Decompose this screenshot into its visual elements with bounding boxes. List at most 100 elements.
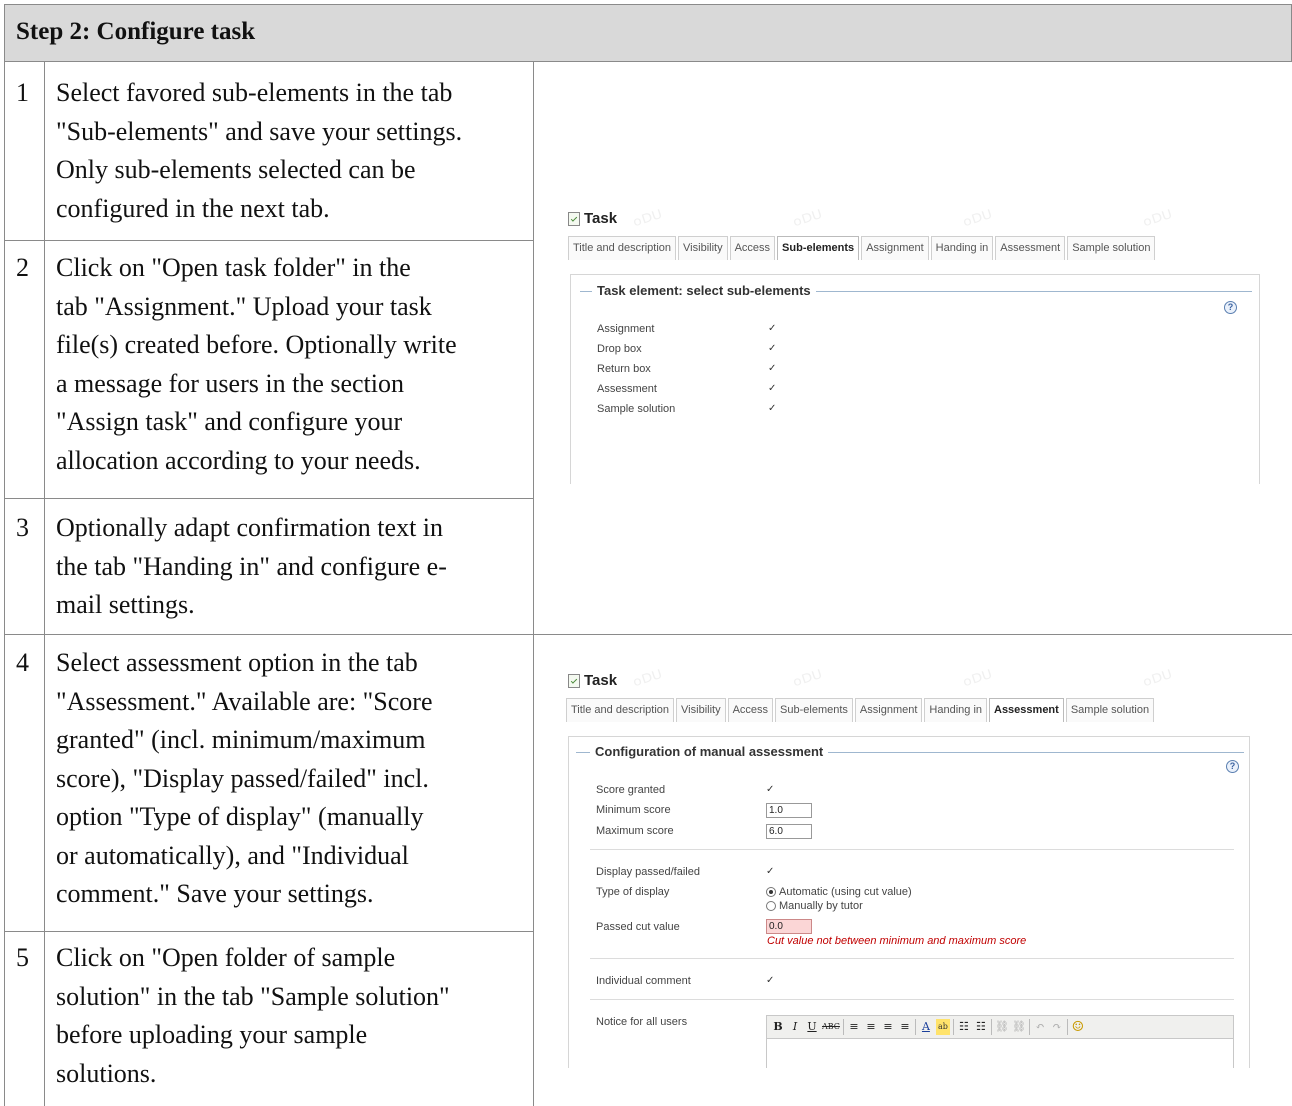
page-icon (568, 211, 580, 226)
radio-automatic[interactable]: Automatic (using cut value) (766, 886, 912, 898)
tab-sample-solution[interactable]: Sample solution (1065, 698, 1155, 722)
radio-selected-icon (766, 887, 776, 897)
notice-editor[interactable] (766, 1039, 1234, 1068)
radio-empty-icon (766, 901, 776, 911)
checkbox[interactable]: ✓ (768, 404, 778, 414)
tab-assessment[interactable]: Assessment (989, 698, 1064, 722)
tab-access[interactable]: Access (729, 236, 776, 260)
help-icon[interactable]: ? (1224, 301, 1237, 314)
cut-value-error: Cut value not between minimum and maximu… (767, 935, 1027, 947)
tab-bar: Title and description Visibility Access … (568, 236, 1157, 260)
link-icon[interactable]: ⛓ (995, 1019, 1009, 1035)
tab-bar: Title and description Visibility Access … (566, 698, 1156, 722)
group-divider (4, 634, 1292, 635)
underline-button[interactable]: U (805, 1019, 819, 1035)
help-icon[interactable]: ? (1226, 760, 1239, 773)
tab-handing-in[interactable]: Handing in (924, 698, 987, 722)
step-number: 5 (16, 943, 29, 972)
row-divider (4, 931, 533, 932)
table-border-left (4, 62, 5, 1106)
task-heading: Task (568, 210, 617, 227)
tab-access[interactable]: Access (727, 698, 774, 722)
tab-sub-elements[interactable]: Sub-elements (777, 236, 860, 260)
undo-icon[interactable]: ↶ (1033, 1019, 1047, 1035)
bullet-list-icon[interactable]: ☷ (957, 1019, 971, 1035)
document-table: Step 2: Configure task 1 Select favored … (4, 4, 1292, 1106)
fieldset-legend: Configuration of manual assessment (590, 744, 829, 759)
align-center-icon[interactable]: ≡ (864, 1019, 878, 1035)
tab-sub-elements[interactable]: Sub-elements (775, 698, 853, 722)
min-score-input[interactable]: 1.0 (766, 803, 812, 818)
sub-element-label: Assignment (597, 323, 655, 335)
bold-button[interactable]: B (771, 1019, 785, 1035)
section-separator (590, 958, 1234, 959)
step-text: Click on "Open task folder" in the tab "A… (56, 253, 457, 475)
step-text: Select favored sub-elements in the tab "S… (56, 78, 463, 223)
step-text: Select assessment option in the tab "Asse… (56, 648, 433, 908)
number-column-divider (44, 62, 45, 1106)
checkbox[interactable]: ✓ (768, 324, 778, 334)
tab-handing-in[interactable]: Handing in (930, 236, 994, 260)
unlink-icon[interactable]: ⛓ (1012, 1019, 1026, 1035)
tab-sample-solution[interactable]: Sample solution (1067, 236, 1156, 260)
tab-assignment[interactable]: Assignment (854, 698, 923, 722)
highlight-button[interactable]: ab (935, 1019, 950, 1035)
row-divider (4, 240, 533, 241)
fieldset-legend: Task element: select sub-elements (592, 283, 816, 298)
notice-label: Notice for all users (596, 1016, 688, 1028)
emoticon-icon[interactable]: ☺ (1071, 1019, 1085, 1035)
page-icon (568, 673, 580, 688)
min-score-label: Minimum score (596, 804, 671, 816)
editor-toolbar: B I U ABC ≡ ≡ ≡ ≡ A ab ☷ ☷ ⛓ ⛓ ↶ ↷ ☺ (766, 1015, 1234, 1039)
align-left-icon[interactable]: ≡ (847, 1019, 861, 1035)
type-display-label: Type of display (596, 886, 670, 898)
table-header: Step 2: Configure task (4, 4, 1292, 62)
redo-icon[interactable]: ↷ (1050, 1019, 1064, 1035)
cut-value-label: Passed cut value (596, 921, 680, 933)
sub-element-label: Assessment (597, 383, 657, 395)
display-passed-label: Display passed/failed (596, 866, 700, 878)
max-score-input[interactable]: 6.0 (766, 824, 812, 839)
step-number: 4 (16, 648, 29, 677)
align-justify-icon[interactable]: ≡ (898, 1019, 912, 1035)
radio-manual[interactable]: Manually by tutor (766, 900, 863, 912)
step-text: Click on "Open folder of sample solution"… (56, 943, 450, 1088)
strikethrough-button[interactable]: ABC (822, 1019, 840, 1035)
step-number: 3 (16, 513, 29, 542)
cut-value-input[interactable]: 0.0 (766, 919, 812, 934)
individual-comment-label: Individual comment (596, 975, 691, 987)
screenshot-sub-elements: ᵒᴰᵁ ᵒᴰᵁ ᵒᴰᵁ ᵒᴰᵁ Task Title and descripti… (564, 204, 1264, 484)
screenshot-assessment: ᵒᴰᵁ ᵒᴰᵁ ᵒᴰᵁ ᵒᴰᵁ Task Title and descripti… (564, 666, 1254, 1068)
tab-assessment[interactable]: Assessment (995, 236, 1066, 260)
text-column-divider (533, 62, 534, 1106)
step-number: 1 (16, 78, 29, 107)
checkbox[interactable]: ✓ (768, 384, 778, 394)
display-passed-checkbox[interactable]: ✓ (766, 867, 776, 877)
tab-title-description[interactable]: Title and description (566, 698, 675, 722)
section-separator (590, 999, 1234, 1000)
numbered-list-icon[interactable]: ☷ (974, 1019, 988, 1035)
font-color-button[interactable]: A (919, 1019, 933, 1035)
step-text: Optionally adapt confirmation text in the… (56, 513, 447, 619)
individual-comment-checkbox[interactable]: ✓ (766, 976, 776, 986)
max-score-label: Maximum score (596, 825, 674, 837)
score-granted-label: Score granted (596, 784, 666, 796)
italic-button[interactable]: I (788, 1019, 802, 1035)
fieldset-box (570, 274, 1260, 484)
row-divider (4, 498, 533, 499)
step-number: 2 (16, 253, 29, 282)
score-granted-checkbox[interactable]: ✓ (766, 785, 776, 795)
tab-title-description[interactable]: Title and description (568, 236, 677, 260)
sub-element-label: Sample solution (597, 403, 676, 415)
sub-element-label: Return box (597, 363, 651, 375)
align-right-icon[interactable]: ≡ (881, 1019, 895, 1035)
tab-assignment[interactable]: Assignment (861, 236, 929, 260)
sub-element-label: Drop box (597, 343, 642, 355)
checkbox[interactable]: ✓ (768, 344, 778, 354)
page-title: Step 2: Configure task (16, 18, 256, 45)
task-heading: Task (568, 672, 617, 689)
tab-visibility[interactable]: Visibility (678, 236, 728, 260)
tab-visibility[interactable]: Visibility (676, 698, 726, 722)
section-separator (590, 849, 1234, 850)
checkbox[interactable]: ✓ (768, 364, 778, 374)
